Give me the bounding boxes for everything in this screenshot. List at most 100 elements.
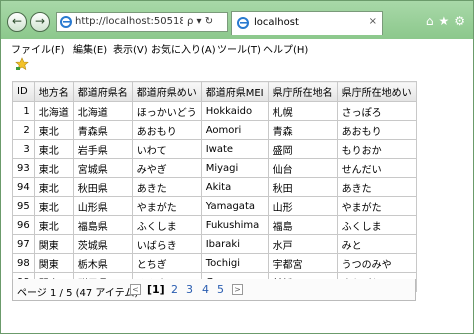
cell-capital-kana: もりおか bbox=[336, 139, 417, 159]
cell-prefecture-romaji: Yamagata bbox=[200, 196, 269, 216]
cell-id: 98 bbox=[12, 253, 35, 273]
cell-prefecture-romaji: Miyagi bbox=[200, 158, 269, 178]
table-row[interactable]: 1 北海道 北海道 ほっかいどう Hokkaido 札幌 さっぽろ bbox=[12, 101, 417, 121]
menu-file[interactable]: ファイル(F) bbox=[11, 41, 65, 56]
pager-next-button[interactable]: > bbox=[232, 284, 243, 295]
cell-id: 93 bbox=[12, 158, 35, 178]
grid-body: 1 北海道 北海道 ほっかいどう Hokkaido 札幌 さっぽろ 2 東北 青森県 あおもり Aom… bbox=[12, 101, 417, 292]
cell-region: 東北 bbox=[33, 215, 74, 235]
cell-region: 関東 bbox=[33, 234, 74, 254]
menu-favorites[interactable]: お気に入り(A) bbox=[151, 41, 216, 56]
address-tools[interactable]: ρ ▾ ↻ bbox=[187, 16, 213, 27]
cell-id: 3 bbox=[12, 139, 35, 159]
cell-region: 関東 bbox=[33, 253, 74, 273]
ie-icon bbox=[60, 16, 72, 28]
cell-id: 2 bbox=[12, 120, 35, 140]
star-icon[interactable]: ★ bbox=[438, 14, 449, 28]
menu-bar: ファイル(F) 編集(E) 表示(V) お気に入り(A) ツール(T) ヘルプ(… bbox=[1, 39, 473, 56]
cell-capital-kana: あきた bbox=[336, 177, 417, 197]
pager-page-link[interactable]: 5 bbox=[217, 283, 224, 296]
cell-id: 95 bbox=[12, 196, 35, 216]
cell-prefecture-kana: あきた bbox=[131, 177, 202, 197]
menu-tools[interactable]: ツール(T) bbox=[217, 41, 261, 56]
table-row[interactable]: 95 東北 山形県 やまがた Yamagata 山形 やまがた bbox=[12, 196, 417, 216]
address-url[interactable]: http://localhost:50518/WebFor bbox=[75, 16, 183, 27]
table-row[interactable]: 98 関東 栃木県 とちぎ Tochigi 宇都宮 うつのみや bbox=[12, 253, 417, 273]
cell-region: 東北 bbox=[33, 177, 74, 197]
favorites-bar bbox=[1, 55, 473, 75]
tab-close-icon[interactable]: × bbox=[369, 16, 377, 27]
table-row[interactable]: 2 東北 青森県 あおもり Aomori 青森 あおもり bbox=[12, 120, 417, 140]
pager-current-page: [1] bbox=[147, 283, 165, 296]
menu-edit[interactable]: 編集(E) bbox=[73, 41, 107, 56]
cell-prefecture-romaji: Aomori bbox=[200, 120, 269, 140]
menu-view[interactable]: 表示(V) bbox=[113, 41, 148, 56]
table-row[interactable]: 94 東北 秋田県 あきた Akita 秋田 あきた bbox=[12, 177, 417, 197]
header-prefecture-kana[interactable]: 都道府県めい bbox=[131, 81, 202, 102]
cell-prefecture-kana: いばらき bbox=[131, 234, 202, 254]
browser-toolbar: ← → http://localhost:50518/WebFor ρ ▾ ↻ … bbox=[1, 1, 473, 39]
cell-region: 東北 bbox=[33, 158, 74, 178]
cell-capital: 宇都宮 bbox=[267, 253, 338, 273]
cell-id: 94 bbox=[12, 177, 35, 197]
cell-prefecture-kana: みやぎ bbox=[131, 158, 202, 178]
cell-capital-kana: ふくしま bbox=[336, 215, 417, 235]
tab-localhost[interactable]: localhost × bbox=[231, 11, 383, 35]
pager-page-link[interactable]: 3 bbox=[186, 283, 193, 296]
cell-id: 1 bbox=[12, 101, 35, 121]
cell-prefecture: 福島県 bbox=[72, 215, 133, 235]
cell-prefecture-romaji: Iwate bbox=[200, 139, 269, 159]
cell-capital-kana: みと bbox=[336, 234, 417, 254]
header-capital-kana[interactable]: 県庁所在地めい bbox=[336, 81, 417, 102]
cell-capital-kana: あおもり bbox=[336, 120, 417, 140]
grid-header-row: ID 地方名 都道府県名 都道府県めい 都道府県MEI 県庁所在地名 県庁所在地… bbox=[12, 81, 417, 102]
header-capital[interactable]: 県庁所在地名 bbox=[267, 81, 338, 102]
home-icon[interactable]: ⌂ bbox=[426, 14, 434, 28]
cell-region: 東北 bbox=[33, 120, 74, 140]
header-prefecture-romaji[interactable]: 都道府県MEI bbox=[200, 81, 269, 102]
header-prefecture[interactable]: 都道府県名 bbox=[72, 81, 133, 102]
menu-help[interactable]: ヘルプ(H) bbox=[263, 41, 308, 56]
table-row[interactable]: 97 関東 茨城県 いばらき Ibaraki 水戸 みと bbox=[12, 234, 417, 254]
table-row[interactable]: 96 東北 福島県 ふくしま Fukushima 福島 ふくしま bbox=[12, 215, 417, 235]
cell-prefecture-kana: あおもり bbox=[131, 120, 202, 140]
cell-prefecture: 秋田県 bbox=[72, 177, 133, 197]
cell-prefecture: 青森県 bbox=[72, 120, 133, 140]
cell-capital: 盛岡 bbox=[267, 139, 338, 159]
pager-prev-button[interactable]: < bbox=[130, 284, 141, 295]
cell-capital-kana: やまがた bbox=[336, 196, 417, 216]
back-button[interactable]: ← bbox=[7, 12, 27, 32]
table-row[interactable]: 3 東北 岩手県 いわて Iwate 盛岡 もりおか bbox=[12, 139, 417, 159]
cell-prefecture-kana: ふくしま bbox=[131, 215, 202, 235]
cell-prefecture: 茨城県 bbox=[72, 234, 133, 254]
cell-capital: 福島 bbox=[267, 215, 338, 235]
forward-button[interactable]: → bbox=[30, 12, 50, 32]
browser-right-icons: ⌂ ★ ⚙ bbox=[421, 14, 465, 28]
cell-capital: 山形 bbox=[267, 196, 338, 216]
gear-icon[interactable]: ⚙ bbox=[454, 14, 465, 28]
cell-capital: 札幌 bbox=[267, 101, 338, 121]
cell-prefecture: 北海道 bbox=[72, 101, 133, 121]
cell-prefecture-kana: やまがた bbox=[131, 196, 202, 216]
pager-page-link[interactable]: 4 bbox=[202, 283, 209, 296]
header-region[interactable]: 地方名 bbox=[33, 81, 74, 102]
address-bar[interactable]: http://localhost:50518/WebFor ρ ▾ ↻ bbox=[56, 12, 228, 32]
pager-page-link[interactable]: 2 bbox=[171, 283, 178, 296]
cell-prefecture-kana: いわて bbox=[131, 139, 202, 159]
cell-prefecture: 宮城県 bbox=[72, 158, 133, 178]
prefecture-grid: ID 地方名 都道府県名 都道府県めい 都道府県MEI 県庁所在地名 県庁所在地… bbox=[12, 81, 417, 292]
table-row[interactable]: 93 東北 宮城県 みやぎ Miyagi 仙台 せんだい bbox=[12, 158, 417, 178]
pager-info: ページ 1 / 5 (47 アイテム) bbox=[17, 288, 139, 299]
cell-prefecture: 山形県 bbox=[72, 196, 133, 216]
cell-capital: 水戸 bbox=[267, 234, 338, 254]
cell-prefecture-romaji: Hokkaido bbox=[200, 101, 269, 121]
tab-title: localhost bbox=[254, 17, 299, 28]
cell-prefecture-romaji: Tochigi bbox=[200, 253, 269, 273]
header-id[interactable]: ID bbox=[12, 81, 35, 102]
cell-prefecture-kana: とちぎ bbox=[131, 253, 202, 273]
cell-capital-kana: せんだい bbox=[336, 158, 417, 178]
cell-prefecture-romaji: Fukushima bbox=[200, 215, 269, 235]
cell-id: 96 bbox=[12, 215, 35, 235]
cell-capital: 秋田 bbox=[267, 177, 338, 197]
favorites-star-icon[interactable] bbox=[15, 57, 29, 71]
